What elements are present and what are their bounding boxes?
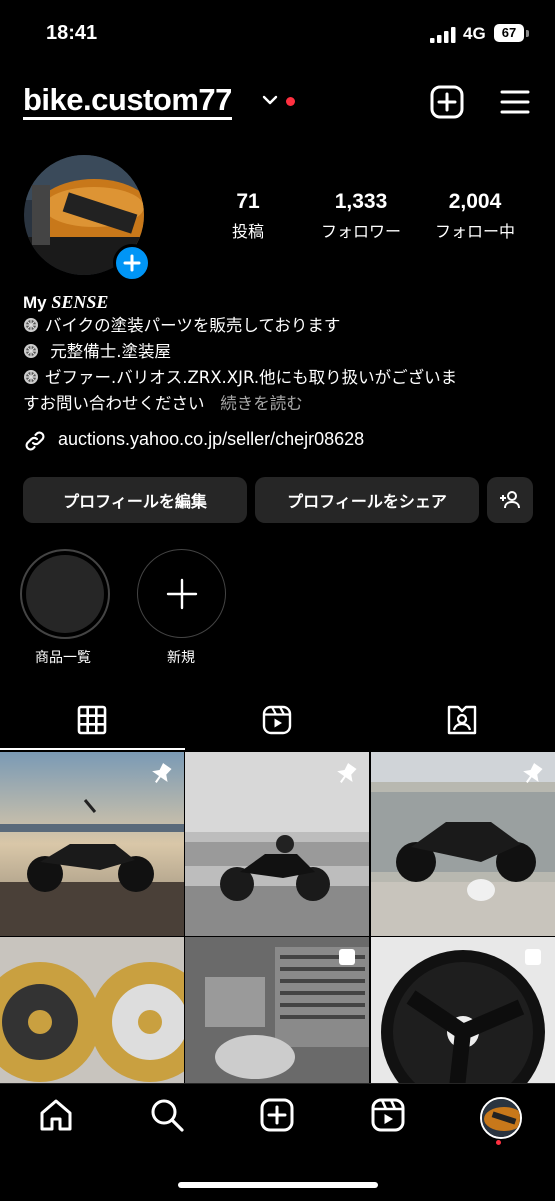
pin-icon: [337, 763, 357, 783]
profile-nav-avatar[interactable]: [480, 1097, 522, 1139]
create-post-icon[interactable]: [259, 1097, 295, 1133]
highlight-products-label: 商品一覧: [35, 650, 91, 666]
link-icon: [25, 431, 45, 451]
highlight-cover: [26, 555, 104, 633]
following-count: 2,004: [448, 190, 502, 213]
new-highlight-label: 新規: [167, 650, 195, 666]
post-thumbnail[interactable]: [185, 752, 369, 936]
plus-square-icon[interactable]: [430, 85, 464, 119]
bio-line-2: 元整備士.塗装屋: [23, 339, 171, 365]
active-tab-indicator: [0, 748, 185, 750]
chevron-down-icon[interactable]: [262, 94, 278, 106]
posts-label: 投稿: [231, 222, 264, 241]
bio-line-3: ゼファー.バリオス.ZRX.XJR.他にも取り扱いがございま: [23, 365, 457, 391]
following-label: フォロー中: [434, 222, 515, 241]
display-name-prefix: My: [23, 293, 52, 312]
search-icon[interactable]: [149, 1097, 185, 1133]
pin-icon: [152, 763, 172, 783]
read-more-link[interactable]: 続きを読む: [220, 394, 303, 413]
tagged-icon[interactable]: [447, 705, 477, 735]
bio-link-text: auctions.yahoo.co.jp/seller/chejr08628: [58, 429, 365, 449]
battery-icon: 67: [494, 24, 524, 42]
share-profile-button[interactable]: プロフィールをシェア: [255, 477, 479, 523]
posts-count: 71: [236, 190, 260, 213]
status-time: 18:41: [46, 22, 98, 44]
posts-stat[interactable]: 71 投稿: [193, 190, 303, 242]
bio-line-1: バイクの塗装パーツを販売しております: [23, 313, 340, 339]
highlight-products[interactable]: [20, 549, 110, 639]
notification-dot: [286, 97, 295, 106]
bio-link[interactable]: auctions.yahoo.co.jp/seller/chejr08628: [23, 429, 364, 458]
new-highlight-button[interactable]: [137, 549, 226, 638]
followers-stat[interactable]: 1,333 フォロワー: [306, 190, 416, 242]
discover-people-button[interactable]: [487, 477, 533, 523]
home-indicator: [178, 1182, 378, 1188]
profile-display-name: My SENSE: [23, 289, 108, 316]
add-person-icon: [500, 491, 520, 509]
wheel-emoji-icon: [24, 344, 38, 358]
post-thumbnail[interactable]: [371, 752, 555, 936]
wheel-emoji-icon: [24, 318, 38, 332]
post-thumbnail[interactable]: [371, 937, 555, 1083]
grid-icon[interactable]: [77, 705, 107, 735]
carousel-icon: [339, 949, 355, 965]
reels-icon[interactable]: [262, 705, 292, 735]
pin-icon: [523, 763, 543, 783]
bio-line-4: すお問い合わせください 続きを読む: [23, 391, 303, 417]
bio-text-2: 元整備士.塗装屋: [45, 342, 171, 361]
post-thumbnail[interactable]: [0, 752, 184, 936]
home-icon[interactable]: [38, 1097, 74, 1133]
edit-profile-button[interactable]: プロフィールを編集: [23, 477, 247, 523]
bio-text-3: ゼファー.バリオス.ZRX.XJR.他にも取り扱いがございま: [45, 368, 458, 387]
profile-notification-dot: [496, 1140, 501, 1145]
reels-nav-icon[interactable]: [370, 1097, 406, 1133]
bio-text-1: バイクの塗装パーツを販売しております: [45, 316, 341, 335]
hamburger-icon[interactable]: [500, 89, 530, 115]
battery-nub: [526, 30, 529, 37]
post-thumbnail[interactable]: [185, 937, 369, 1083]
add-story-plus-icon[interactable]: [113, 244, 151, 282]
display-name-italic: SENSE: [51, 292, 109, 312]
following-stat[interactable]: 2,004 フォロー中: [420, 190, 530, 242]
signal-icon: [430, 27, 456, 43]
username-switcher[interactable]: bike.custom77: [23, 84, 232, 120]
followers-count: 1,333: [334, 190, 388, 213]
followers-label: フォロワー: [320, 222, 401, 241]
carousel-icon: [525, 949, 541, 965]
network-type: 4G: [463, 24, 486, 43]
plus-icon: [166, 578, 198, 610]
wheel-emoji-icon: [24, 370, 38, 384]
bio-text-4: すお問い合わせください: [23, 394, 205, 413]
post-thumbnail[interactable]: [0, 937, 184, 1083]
